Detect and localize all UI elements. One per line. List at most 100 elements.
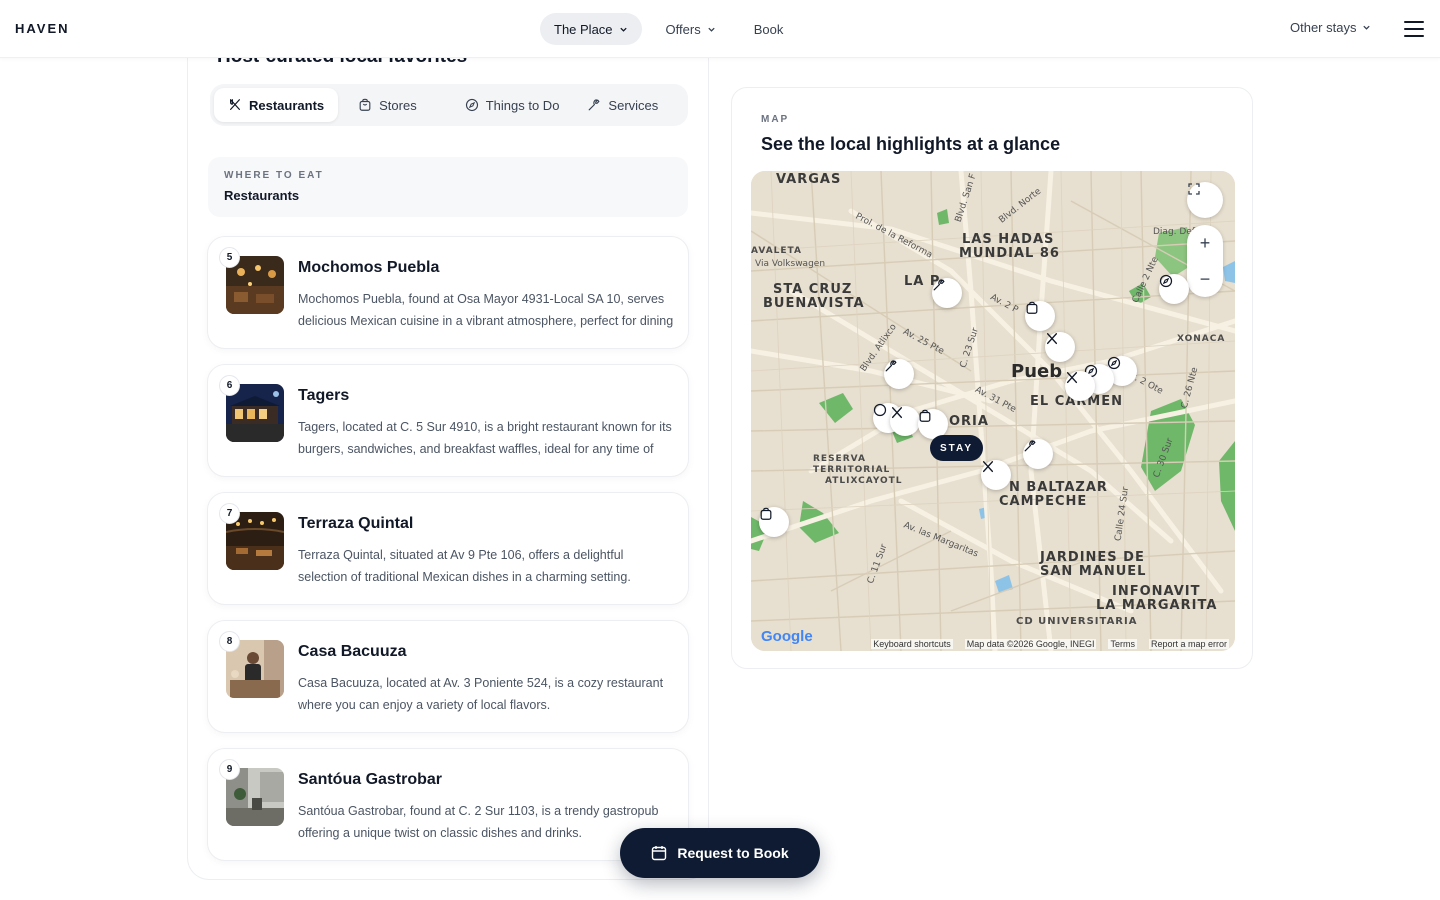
- brand-logo[interactable]: HAVEN: [15, 21, 70, 36]
- map-label: ORIA: [949, 414, 989, 429]
- place-description: Casa Bacuuza, located at Av. 3 Poniente …: [298, 676, 664, 712]
- map-pin-things-to-do[interactable]: [1159, 274, 1189, 304]
- place-name: Terraza Quintal: [298, 515, 414, 532]
- zoom-in-button[interactable]: +: [1187, 225, 1223, 261]
- tab-stores[interactable]: Stores: [344, 88, 431, 122]
- tab-services[interactable]: Services: [573, 88, 672, 122]
- place-card[interactable]: 6 Tagers Tagers, located at C. 5 Sur 491…: [207, 364, 689, 477]
- map-title: See the local highlights at a glance: [761, 134, 1061, 154]
- place-card[interactable]: 8 Casa Bacuuza Casa Bacuuza, located at …: [207, 620, 689, 733]
- nav-offers[interactable]: Offers: [652, 13, 730, 45]
- place-number-badge: 6: [219, 375, 240, 396]
- map-label: VARGAS: [776, 172, 842, 187]
- place-name: Tagers: [298, 387, 350, 404]
- place-name: Mochomos Puebla: [298, 259, 440, 276]
- fullscreen-button[interactable]: [1187, 182, 1223, 218]
- map-label: CAMPECHE: [999, 494, 1088, 509]
- request-to-book-button[interactable]: Request to Book: [620, 828, 820, 878]
- map-pin-services[interactable]: [1023, 439, 1053, 469]
- nav-book[interactable]: Book: [740, 13, 798, 45]
- shopping-bag-icon: [760, 507, 772, 520]
- map-label: AVALETA: [751, 246, 802, 256]
- tab-restaurants[interactable]: Restaurants: [214, 88, 339, 122]
- chevron-down-icon: [1363, 25, 1371, 30]
- map-data-credit: Map data ©2026 Google, INEGI: [964, 639, 1097, 649]
- map-pin-services[interactable]: [884, 359, 914, 389]
- compass-icon: [873, 403, 887, 417]
- chevron-down-icon: [708, 27, 715, 32]
- place-number-badge: 9: [219, 759, 240, 780]
- utensils-icon: [891, 407, 903, 419]
- category-eyebrow: WHERE TO EAT: [224, 170, 324, 181]
- map-label: LA MARGARITA: [1096, 598, 1218, 613]
- compass-icon: [1159, 274, 1173, 288]
- wrench-icon: [1024, 440, 1036, 452]
- shopping-bag-icon: [359, 98, 371, 111]
- map-pin-restaurants[interactable]: [1065, 371, 1095, 401]
- other-stays-label: Other stays: [1290, 20, 1357, 35]
- map-pin-stores[interactable]: [759, 507, 789, 537]
- nav-label: The Place: [554, 21, 613, 37]
- map-label: SAN MANUEL: [1040, 564, 1147, 579]
- place-card[interactable]: 5 Mochomos Puebla Mochomos Puebla, found…: [207, 236, 689, 349]
- map-label: Pueb: [1011, 361, 1063, 382]
- place-card[interactable]: 7 Terraza Quintal Terraza Quintal, situa…: [207, 492, 689, 605]
- map-eyebrow: MAP: [761, 114, 790, 125]
- place-number-badge: 5: [219, 247, 240, 268]
- utensils-icon: [1066, 372, 1078, 384]
- report-error-link[interactable]: Report a map error: [1148, 639, 1229, 649]
- zoom-out-button[interactable]: −: [1187, 261, 1223, 297]
- map-label: JARDINES DE: [1040, 550, 1145, 565]
- menu-icon[interactable]: [1404, 21, 1424, 37]
- tab-label: Stores: [379, 97, 417, 113]
- stay-marker[interactable]: STAY: [930, 435, 984, 461]
- map-pin-restaurants[interactable]: [981, 460, 1011, 490]
- shopping-bag-icon: [919, 409, 931, 422]
- map-attribution: Keyboard shortcuts Map data ©2026 Google…: [751, 637, 1235, 651]
- terms-link[interactable]: Terms: [1108, 639, 1137, 649]
- map-pin-restaurants[interactable]: [890, 406, 920, 436]
- compass-icon: [465, 98, 478, 112]
- tab-label: Things to Do: [485, 97, 560, 113]
- map-label: XONACA: [1177, 334, 1226, 344]
- place-number-badge: 7: [219, 503, 240, 524]
- category-header: WHERE TO EAT Restaurants: [208, 157, 688, 217]
- map-label: BUENAVISTA: [763, 296, 865, 311]
- utensils-icon: [982, 461, 994, 473]
- place-card[interactable]: 9 Santóua Gastrobar Santóua Gastrobar, f…: [207, 748, 689, 861]
- place-description: Tagers, located at C. 5 Sur 4910, is a b…: [298, 420, 672, 456]
- place-description: Terraza Quintal, situated at Av 9 Pte 10…: [298, 548, 631, 584]
- map-label: LAS HADAS: [962, 232, 1055, 247]
- expand-icon: [1188, 183, 1200, 195]
- wrench-icon: [933, 279, 945, 291]
- tab-label: Restaurants: [249, 97, 325, 113]
- place-name: Casa Bacuuza: [298, 643, 407, 660]
- other-stays-dropdown[interactable]: Other stays: [1290, 20, 1371, 35]
- tab-things-to-do[interactable]: Things to Do: [451, 88, 574, 122]
- map-view[interactable]: VARGAS LAS HADAS MUNDIAL 86 LA P STA CRU…: [751, 171, 1235, 651]
- category-title: Restaurants: [224, 188, 300, 203]
- place-description: Mochomos Puebla, found at Osa Mayor 4931…: [298, 292, 674, 328]
- chevron-down-icon: [619, 27, 627, 32]
- map-label: N BALTAZAR: [1009, 480, 1108, 495]
- map-card: MAP See the local highlights at a glance: [731, 87, 1253, 669]
- main-nav: The Place Offers Book: [540, 13, 797, 45]
- calendar-icon: [652, 846, 667, 861]
- shopping-bag-icon: [1026, 301, 1038, 314]
- map-pin-services[interactable]: [932, 278, 962, 308]
- top-navigation-bar: HAVEN The Place Offers Book Other stays: [0, 0, 1440, 58]
- zoom-control: + −: [1187, 225, 1223, 297]
- map-pin-restaurants[interactable]: [1045, 332, 1075, 362]
- map-label: MUNDIAL 86: [959, 246, 1060, 261]
- map-label: ATLIXCAYOTL: [825, 476, 903, 486]
- map-label: CD UNIVERSITARIA: [1016, 616, 1138, 627]
- utensils-icon: [1046, 333, 1058, 345]
- map-pin-stores[interactable]: [1025, 301, 1055, 331]
- place-number-badge: 8: [219, 631, 240, 652]
- wrench-icon: [885, 360, 897, 372]
- nav-the-place[interactable]: The Place: [540, 13, 642, 45]
- place-description: Santóua Gastrobar, found at C. 2 Sur 110…: [298, 804, 659, 840]
- utensils-icon: [230, 99, 240, 110]
- nav-label: Book: [753, 21, 784, 37]
- keyboard-shortcuts-link[interactable]: Keyboard shortcuts: [871, 639, 953, 649]
